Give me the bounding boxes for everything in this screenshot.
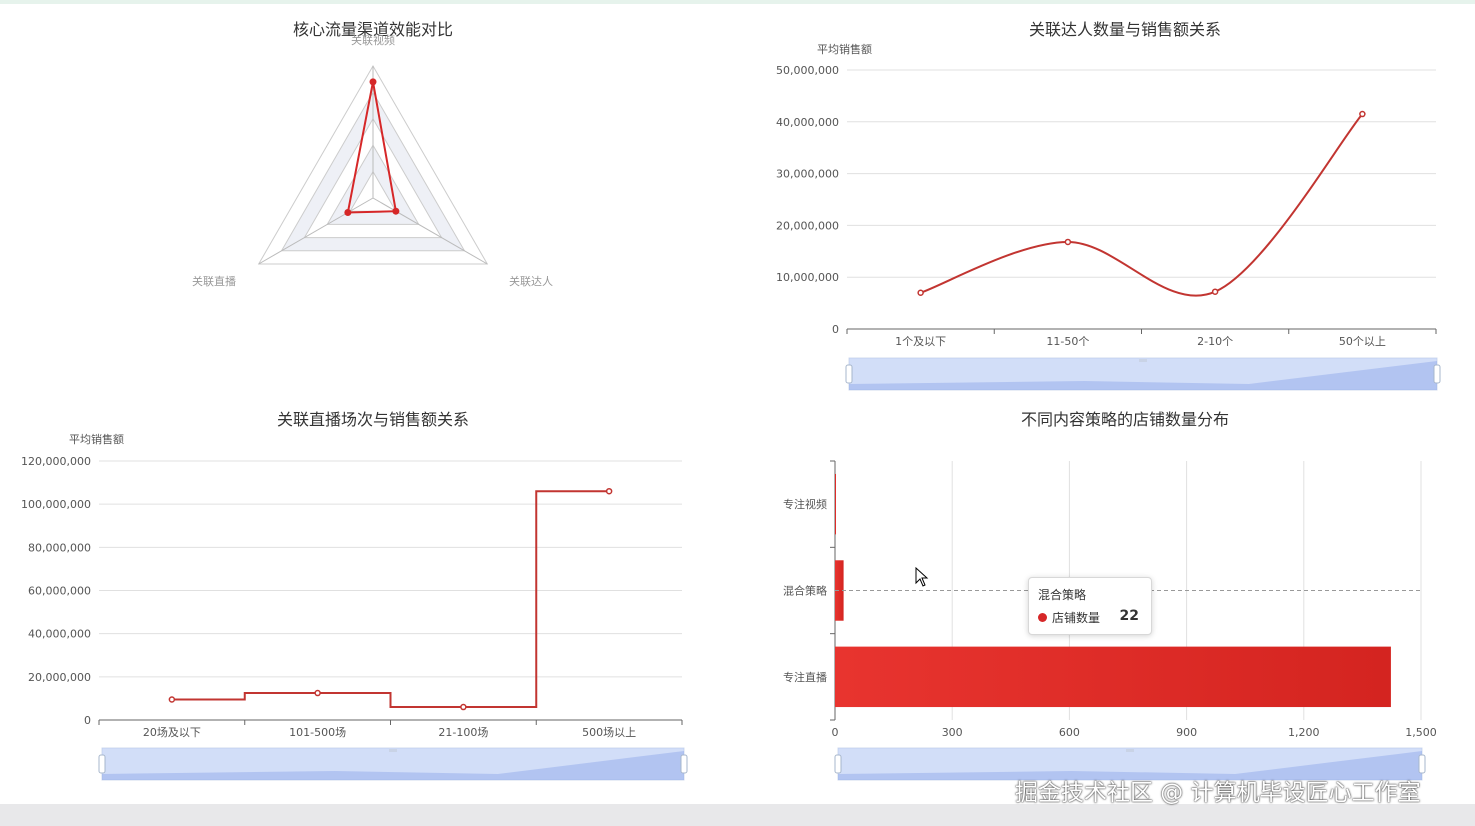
talent-xtick-label: 2-10个 [1197, 335, 1233, 348]
talent-series-line [920, 113, 1364, 297]
live-ytick-label: 120,000,000 [21, 455, 91, 468]
strategy-category-label: 混合策略 [783, 584, 827, 598]
talent-datazoom-handle [845, 364, 853, 384]
radar-indicator-label: 关联直播 [192, 274, 236, 288]
live-point [460, 703, 467, 711]
talent-xtick-label: 50个以上 [1339, 335, 1386, 348]
talent-ytick-label: 30,000,000 [776, 168, 839, 181]
live-xtick-label: 21-100场 [438, 725, 488, 739]
live-xtick-label: 20场及以下 [143, 725, 201, 739]
live-datazoom-handle [680, 754, 688, 774]
talent-ytick-label: 50,000,000 [776, 64, 839, 77]
live-ytick-label: 40,000,000 [28, 628, 91, 641]
talent-ylabel: 平均销售额 [817, 42, 872, 56]
live-ytick-label: 100,000,000 [21, 498, 91, 511]
radar-chart[interactable]: 关联视频关联达人 关联直播 [0, 0, 740, 400]
strategy-xtick-label: 300 [942, 726, 963, 739]
tooltip-value: 22 [1119, 608, 1139, 624]
bottom-bar [0, 804, 1475, 826]
live-datazoom-grip [389, 749, 397, 752]
strategy-datazoom-grip [1126, 749, 1134, 752]
tooltip-series-dot [1038, 613, 1047, 622]
talent-datazoom-handle [1433, 364, 1441, 384]
live-point [314, 689, 321, 697]
live-step-chart[interactable]: 平均销售额 0 20,000,000 40,000,000 60,000,000 80,0… [0, 400, 740, 804]
mouse-cursor-icon [915, 567, 929, 587]
live-point [605, 487, 613, 495]
radar-point [344, 209, 352, 217]
talent-xtick-label: 1个及以下 [895, 335, 946, 348]
strategy-bar [835, 646, 1391, 708]
talent-point [1211, 288, 1219, 295]
radar-indicator-label: 关联视频 [351, 33, 395, 47]
strategy-datazoom-handle [1418, 754, 1426, 774]
watermark-text: 掘金技术社区 @ 计算机毕设匠心工作室 [1015, 780, 1421, 806]
radar-point [392, 207, 400, 215]
talent-ytick-label: 40,000,000 [776, 116, 839, 129]
live-xtick-label: 500场以上 [582, 725, 636, 739]
talent-ytick-label: 20,000,000 [776, 219, 839, 232]
live-ytick-label: 80,000,000 [28, 541, 91, 554]
talent-point [1359, 110, 1366, 118]
strategy-bar [835, 473, 836, 535]
radar-indicator-label: 关联达人 [509, 274, 553, 288]
chart-tooltip: 混合策略 店铺数量 22 [1028, 577, 1152, 635]
live-ytick-label: 60,000,000 [28, 585, 91, 598]
live-series-line [171, 490, 610, 709]
talent-line-chart[interactable]: 平均销售额 0 10,000,000 20,000,000 30,000,000 40,0… [740, 0, 1475, 400]
strategy-xtick-label: 900 [1176, 726, 1197, 739]
strategy-xtick-label: 600 [1059, 726, 1080, 739]
strategy-category-label: 专注视频 [783, 497, 827, 511]
talent-datazoom-grip [1139, 359, 1147, 362]
strategy-datazoom-handle [834, 754, 842, 774]
tooltip-title: 混合策略 [1038, 588, 1087, 602]
talent-point [1064, 238, 1072, 246]
strategy-xtick-label: 1,200 [1288, 726, 1320, 739]
talent-xtick-label: 11-50个 [1046, 335, 1089, 348]
strategy-category-label: 专注直播 [783, 670, 827, 684]
live-point [168, 696, 176, 703]
live-ytick-label: 0 [84, 714, 91, 727]
strategy-xtick-label: 0 [832, 726, 839, 739]
live-ytick-label: 20,000,000 [28, 671, 91, 684]
talent-ytick-label: 0 [832, 323, 839, 336]
live-ylabel: 平均销售额 [69, 432, 124, 446]
talent-point [917, 289, 924, 296]
radar-point [369, 78, 377, 86]
strategy-xtick-label: 1,500 [1405, 726, 1437, 739]
talent-ytick-label: 10,000,000 [776, 271, 839, 284]
tooltip-series-label: 店铺数量 [1052, 611, 1101, 625]
live-datazoom-handle [98, 754, 106, 774]
live-xtick-label: 101-500场 [289, 725, 346, 739]
